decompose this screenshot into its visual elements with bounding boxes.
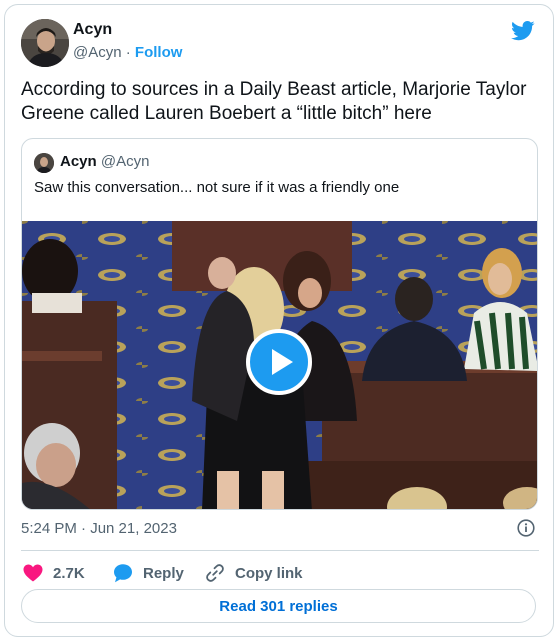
author-handle-line: @Acyn · Follow bbox=[73, 44, 182, 61]
tweet-embed-card: Acyn @Acyn · Follow According to sources… bbox=[4, 4, 554, 637]
like-button[interactable]: 2.7K bbox=[23, 561, 85, 585]
play-icon bbox=[272, 349, 293, 375]
quoted-tweet-text: Saw this conversation... not sure if it … bbox=[34, 179, 400, 196]
author-name[interactable]: Acyn bbox=[73, 21, 112, 39]
info-icon[interactable] bbox=[517, 519, 535, 537]
copy-link-label: Copy link bbox=[235, 564, 303, 582]
separator-dot: · bbox=[125, 44, 131, 61]
author-avatar[interactable] bbox=[21, 19, 69, 67]
quoted-tweet[interactable]: Acyn @Acyn Saw this conversation... not … bbox=[21, 138, 538, 510]
play-button[interactable] bbox=[246, 329, 312, 395]
quoted-author: Acyn @Acyn bbox=[60, 153, 149, 170]
twitter-bird-icon[interactable] bbox=[511, 21, 535, 41]
video-thumbnail[interactable] bbox=[22, 221, 537, 509]
divider bbox=[21, 550, 539, 551]
quoted-author-handle: @Acyn bbox=[100, 153, 150, 170]
like-count: 2.7K bbox=[53, 564, 85, 582]
follow-button[interactable]: Follow bbox=[135, 44, 183, 61]
quoted-author-avatar bbox=[34, 153, 54, 173]
copy-link-button[interactable]: Copy link bbox=[205, 561, 303, 585]
tweet-timestamp[interactable]: 5:24 PM · Jun 21, 2023 bbox=[21, 520, 177, 537]
quoted-author-name: Acyn bbox=[60, 153, 97, 170]
tweet-text: According to sources in a Daily Beast ar… bbox=[21, 79, 527, 124]
heart-icon bbox=[23, 564, 43, 582]
read-replies-button[interactable]: Read 301 replies bbox=[21, 589, 536, 623]
link-icon bbox=[206, 564, 224, 582]
reply-bubble-icon bbox=[114, 564, 132, 583]
reply-button[interactable]: Reply bbox=[113, 561, 184, 585]
reply-label: Reply bbox=[143, 564, 184, 582]
author-handle[interactable]: @Acyn bbox=[73, 44, 122, 61]
